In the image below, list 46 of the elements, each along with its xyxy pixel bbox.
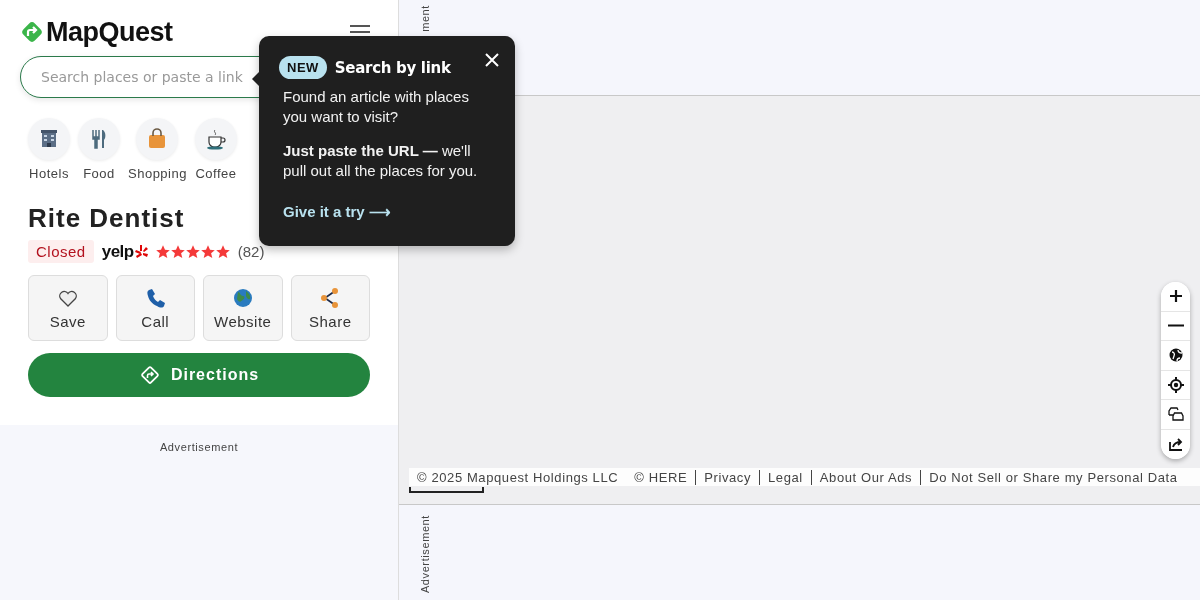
zoom-out-button[interactable] [1161, 311, 1190, 341]
popover-text: Just paste the URL — we'll pull out all the places for you. [283, 141, 479, 181]
star-icon [185, 244, 200, 259]
phone-icon [144, 286, 167, 309]
review-count: (82) [237, 243, 265, 260]
globe-icon [231, 286, 254, 309]
status-label: Closed [28, 240, 94, 263]
new-badge: NEW [279, 56, 327, 79]
cars-icon [1167, 406, 1184, 423]
footer-link[interactable]: Legal [759, 469, 811, 485]
star-icon [215, 244, 230, 259]
share-button[interactable] [1161, 429, 1190, 459]
category-button[interactable]: Shopping [128, 118, 187, 181]
star-icon [200, 244, 215, 259]
footer-link[interactable]: Do Not Sell or Share my Personal Data [920, 469, 1186, 485]
zoom-in-button[interactable] [1161, 282, 1190, 312]
share-icon [1167, 436, 1184, 453]
globe-button[interactable] [1161, 341, 1190, 371]
yelp-logo: yelp [101, 241, 134, 262]
plus-icon [1167, 288, 1184, 305]
save-button[interactable]: Save [28, 275, 108, 341]
close-button[interactable] [483, 51, 501, 69]
globe-icon [1167, 347, 1184, 364]
advertisement-label: ment [419, 5, 431, 32]
coffee-icon [204, 128, 227, 150]
share-button[interactable]: Share [290, 275, 370, 341]
footer-link[interactable]: About Our Ads [810, 469, 921, 485]
traffic-button[interactable] [1161, 400, 1190, 430]
advertisement-label: Advertisement [419, 515, 431, 594]
advertisement-label: Advertisement [159, 441, 239, 455]
star-icon [155, 244, 170, 259]
try-link[interactable]: Give it a try ⟶ [283, 203, 391, 221]
directions-icon [138, 364, 161, 386]
logo[interactable]: MapQuest [46, 16, 173, 48]
hotel-icon [38, 128, 60, 150]
website-button[interactable]: Website [203, 275, 283, 341]
directions-button[interactable]: Directions [28, 353, 370, 397]
call-button[interactable]: Call [115, 275, 195, 341]
locate-button[interactable] [1161, 370, 1190, 400]
place-name: Rite Dentist [28, 203, 185, 234]
footer-link[interactable]: Privacy [695, 469, 760, 485]
star-icon [170, 244, 185, 259]
crosshair-icon [1167, 376, 1184, 393]
copyright-text: © 2025 Mapquest Holdings LLC [416, 469, 620, 485]
minus-icon [1167, 324, 1184, 328]
copyright-text: © HERE [633, 469, 689, 485]
